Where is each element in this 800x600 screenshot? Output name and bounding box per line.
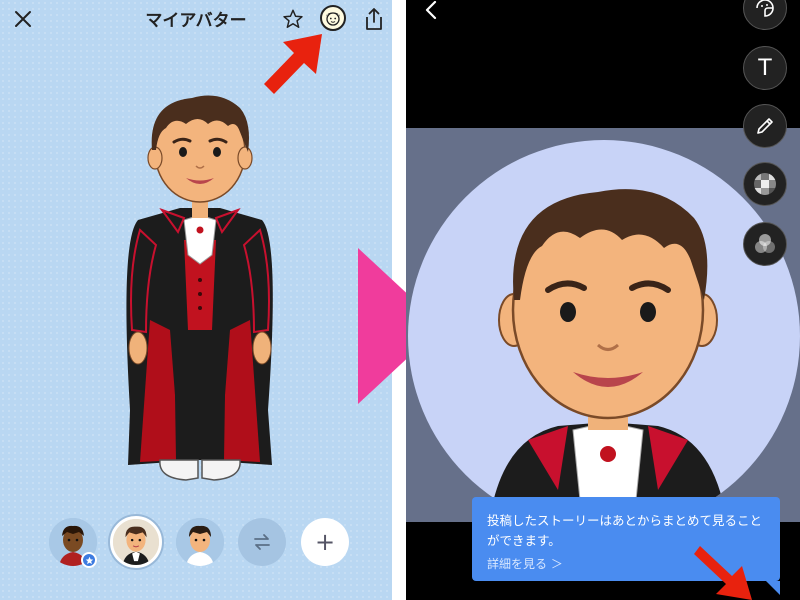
mosaic-icon — [754, 173, 776, 195]
text-icon: T — [758, 55, 772, 81]
favorite-badge — [81, 552, 97, 568]
tooltip-tail — [766, 581, 780, 595]
avatar-face-button[interactable] — [320, 5, 346, 31]
avatar-face-icon — [326, 12, 340, 26]
filter-icon — [755, 234, 775, 253]
share-icon — [366, 8, 382, 30]
sticker-icon — [756, 0, 774, 17]
avatar-thumb-2[interactable] — [110, 516, 162, 568]
plus-icon: + — [314, 528, 336, 556]
annotation-arrow-icon — [694, 546, 752, 600]
swap-button[interactable] — [238, 518, 286, 566]
chevron-left-icon — [425, 1, 437, 20]
add-avatar-button[interactable]: + — [301, 518, 349, 566]
close-icon — [15, 11, 31, 27]
star-icon — [283, 9, 303, 28]
swap-icon — [254, 534, 270, 550]
avatar-figure — [126, 95, 273, 481]
sticker-tool-button[interactable] — [743, 0, 787, 30]
pen-tool-button[interactable] — [743, 104, 787, 148]
avatar-editor-panel: マイアバター + — [0, 0, 392, 600]
filter-tool-button[interactable] — [743, 222, 787, 266]
back-button[interactable] — [420, 0, 442, 22]
star-icon — [85, 556, 93, 564]
mosaic-tool-button[interactable] — [743, 162, 787, 206]
text-tool-button[interactable]: T — [743, 46, 787, 90]
story-avatar-canvas[interactable] — [408, 140, 800, 532]
story-editor-panel: T 投稿したストーリーはあとからまとめて見ることができます。 詳細を見る ＞ — [406, 0, 800, 600]
pen-icon — [757, 118, 773, 134]
close-button[interactable] — [10, 6, 36, 32]
top-bar: マイアバター — [0, 0, 392, 36]
avatar-thumb-icon — [113, 519, 159, 565]
tooltip-text: 投稿したストーリーはあとからまとめて見ることができます。 — [487, 513, 763, 548]
avatar-thumb-3[interactable] — [176, 518, 224, 566]
avatar-carousel: + — [0, 514, 392, 574]
avatar-thumb-icon — [176, 518, 224, 566]
avatar-closeup — [488, 189, 728, 532]
favorite-button[interactable] — [280, 6, 306, 32]
share-button[interactable] — [362, 5, 386, 33]
